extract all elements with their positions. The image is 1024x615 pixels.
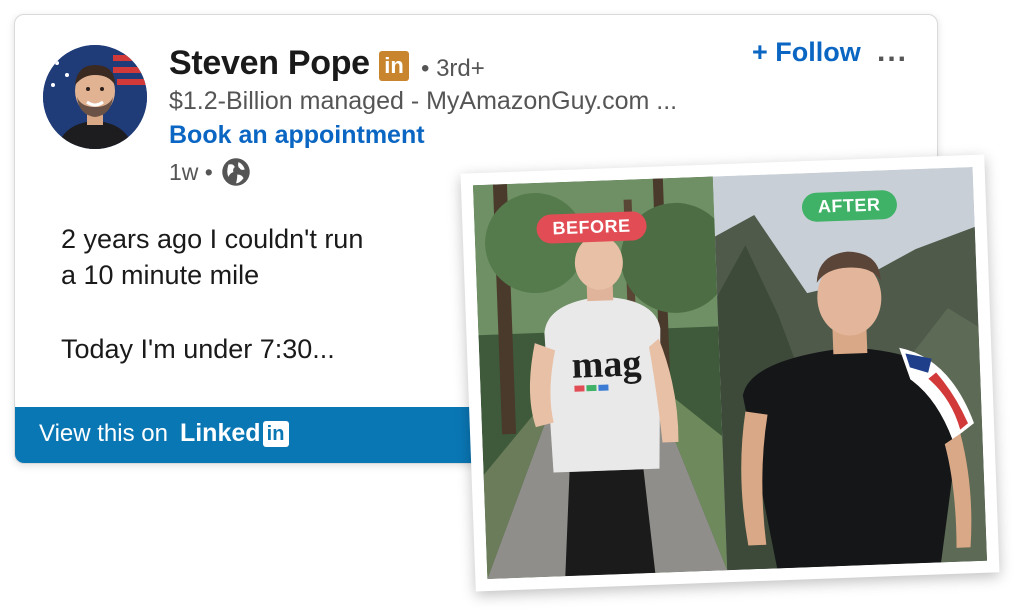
linkedin-logo-text: Linked	[179, 419, 261, 447]
author-avatar[interactable]	[43, 45, 147, 149]
connection-degree: • 3rd+	[421, 55, 485, 82]
before-label: BEFORE	[536, 210, 648, 244]
linkedin-logo: Linked in	[180, 419, 289, 448]
avatar-illustration	[43, 45, 147, 149]
follow-button[interactable]: + Follow	[752, 37, 861, 68]
view-on-label: View this on	[39, 419, 168, 447]
more-options-icon[interactable]: ...	[877, 35, 908, 69]
author-headline: $1.2-Billion managed - MyAmazonGuy.com .…	[169, 87, 678, 115]
post-meta: 1w •	[169, 157, 251, 187]
globe-icon	[221, 157, 251, 187]
post-text-line: a 10 minute mile	[61, 260, 260, 290]
shirt-logo-text: mag	[571, 342, 642, 387]
post-timestamp: 1w •	[169, 158, 213, 185]
post-text-line: 2 years ago I couldn't run	[61, 224, 364, 254]
view-on-linkedin-link[interactable]: View this on Linked in	[39, 419, 289, 448]
post-text-line: Today I'm under 7:30...	[61, 334, 335, 364]
author-name[interactable]: Steven Pope	[169, 44, 370, 83]
book-appointment-link[interactable]: Book an appointment	[169, 121, 425, 150]
linkedin-logo-box: in	[262, 420, 289, 447]
screenshot-stage: Steven Pope in • 3rd+ + Follow ... $1.2-…	[0, 0, 1024, 615]
photo-frame: mag BEFORE AFTER	[460, 154, 1000, 592]
after-label: AFTER	[801, 189, 897, 223]
linkedin-premium-badge-icon: in	[379, 51, 409, 81]
before-after-photo[interactable]: mag BEFORE AFTER	[460, 154, 1000, 592]
post-body: 2 years ago I couldn't run a 10 minute m…	[61, 221, 461, 367]
